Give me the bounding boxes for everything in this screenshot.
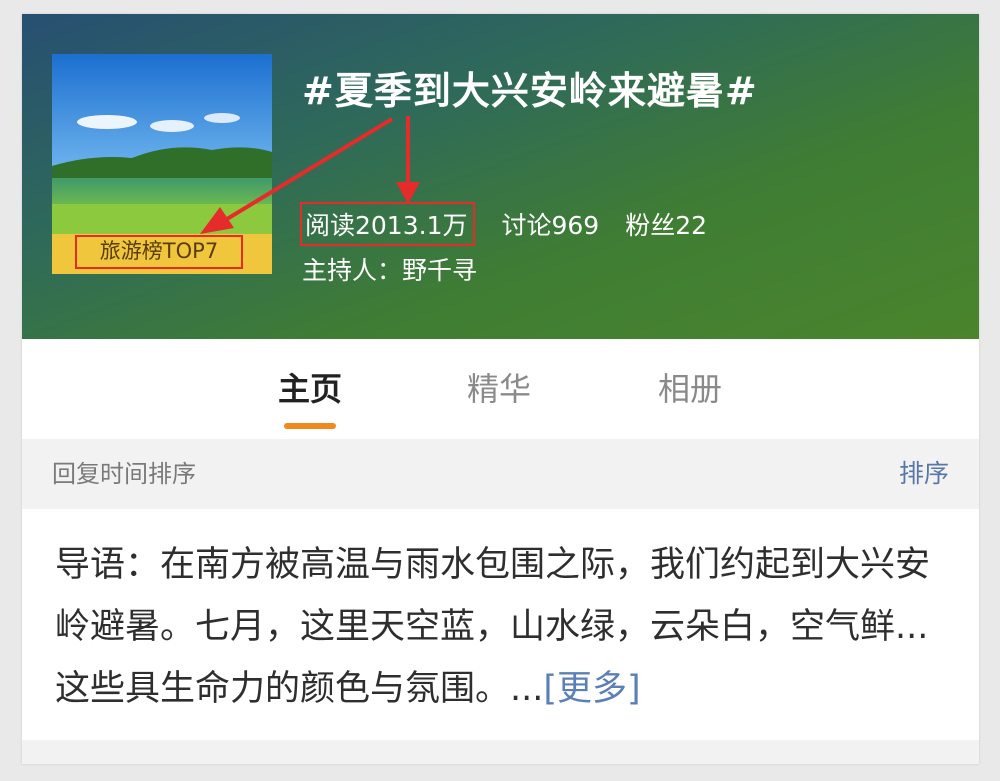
- sort-button[interactable]: 排序: [899, 439, 949, 509]
- follower-count: 粉丝22: [625, 211, 708, 240]
- topic-card: 旅游榜TOP7 #夏季到大兴安岭来避暑# 阅读2013.1万 讨论969 粉丝2…: [22, 14, 979, 764]
- rank-badge[interactable]: 旅游榜TOP7: [75, 235, 243, 269]
- topic-header: 旅游榜TOP7 #夏季到大兴安岭来避暑# 阅读2013.1万 讨论969 粉丝2…: [22, 14, 979, 339]
- sort-order-label: 回复时间排序: [52, 460, 196, 488]
- topic-host[interactable]: 主持人：野千寻: [302, 251, 477, 287]
- active-tab-indicator: [284, 423, 336, 429]
- intro-text: 导语：在南方被高温与雨水包围之际，我们约起到大兴安岭避暑。七月，这里天空蓝，山水…: [55, 545, 931, 709]
- tab-album[interactable]: 相册: [620, 339, 760, 439]
- more-link[interactable]: [更多]: [543, 669, 640, 709]
- topic-tabs: 主页 精华 相册: [22, 339, 979, 439]
- arrow-to-read-count: [396, 116, 420, 204]
- topic-cover-image[interactable]: 旅游榜TOP7: [52, 54, 272, 274]
- tab-featured[interactable]: 精华: [429, 339, 569, 439]
- topic-title: #夏季到大兴安岭来避暑#: [302, 69, 758, 113]
- bottom-divider: [22, 740, 979, 764]
- topic-stats: 阅读2013.1万 讨论969 粉丝22: [300, 202, 708, 246]
- sort-bar: 回复时间排序 排序: [22, 439, 979, 509]
- read-count: 阅读2013.1万: [300, 202, 476, 246]
- topic-intro: 导语：在南方被高温与雨水包围之际，我们约起到大兴安岭避暑。七月，这里天空蓝，山水…: [55, 534, 945, 720]
- discussion-count: 讨论969: [501, 211, 600, 240]
